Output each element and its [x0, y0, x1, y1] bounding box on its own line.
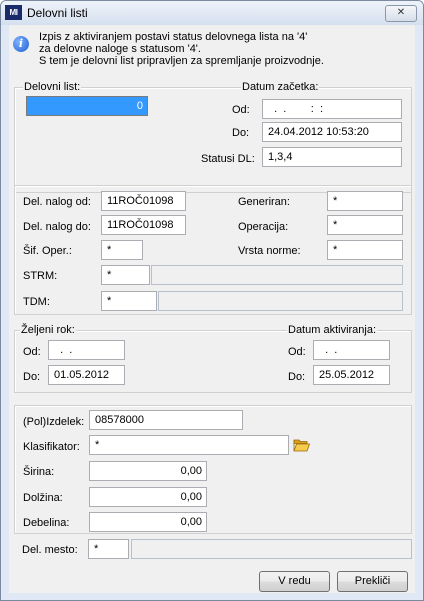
- klasifikator-label: Klasifikator:: [23, 441, 80, 453]
- ok-button[interactable]: V redu: [259, 571, 330, 592]
- filter-group-nalog: Del. nalog od: 11ROČ01098 Del. nalog do:…: [14, 185, 412, 315]
- zeljeni-do-label: Do:: [23, 371, 41, 383]
- klasifikator-input[interactable]: *: [89, 435, 289, 455]
- delovni-list-input[interactable]: 0: [26, 96, 148, 116]
- vrsta-norme-label: Vrsta norme:: [238, 245, 301, 257]
- aktiviranja-do-label: Do:: [288, 371, 306, 383]
- close-button[interactable]: ✕: [385, 5, 417, 22]
- zeljeni-od-label: Od:: [23, 346, 41, 358]
- datum-zacetka-legend: Datum začetka:: [241, 81, 320, 93]
- info-icon: i: [13, 36, 29, 52]
- dialog-window: MI Delovni listi ✕ i Izpis z aktiviranje…: [0, 0, 424, 601]
- aktiviranja-do-input[interactable]: 25.05.2012: [313, 365, 390, 385]
- strm-description-field: [151, 265, 403, 285]
- delovni-list-legend: Delovni list:: [23, 81, 82, 93]
- del-nalog-od-label: Del. nalog od:: [23, 196, 91, 208]
- tdm-code-input[interactable]: *: [101, 291, 157, 311]
- zacetek-od-label: Od:: [232, 104, 250, 116]
- info-line: Izpis z aktiviranjem postavi status delo…: [39, 31, 308, 43]
- tdm-description-field: [158, 291, 403, 311]
- tdm-label: TDM:: [23, 296, 50, 308]
- cancel-button[interactable]: Prekliči: [337, 571, 408, 592]
- filter-group-izdelek: (Pol)Izdelek: 08578000 Klasifikator: * Š…: [14, 405, 412, 534]
- generiran-input[interactable]: *: [327, 191, 403, 211]
- del-nalog-do-label: Del. nalog do:: [23, 221, 91, 233]
- filter-group-roki: Željeni rok: Datum aktiviranja: Od: . . …: [14, 324, 412, 393]
- aktiviranja-od-label: Od:: [288, 346, 306, 358]
- dolzina-label: Dolžina:: [23, 492, 63, 504]
- zacetek-do-label: Do:: [232, 127, 250, 139]
- zeljeni-do-input[interactable]: 01.05.2012: [48, 365, 125, 385]
- datum-aktiviranja-legend: Datum aktiviranja:: [287, 324, 378, 336]
- strm-label: STRM:: [23, 270, 58, 282]
- filter-group-delovni-list: Delovni list: Datum začetka: 0 Od: . . :…: [14, 81, 412, 193]
- generiran-label: Generiran:: [238, 196, 290, 208]
- folder-open-icon[interactable]: [293, 437, 310, 453]
- zeljeni-od-input[interactable]: . .: [48, 340, 125, 360]
- sirina-input[interactable]: 0,00: [89, 461, 207, 481]
- sif-oper-input[interactable]: *: [101, 240, 143, 260]
- statusi-dl-label: Statusi DL:: [201, 153, 255, 165]
- zacetek-od-input[interactable]: . . : :: [262, 99, 402, 119]
- del-mesto-description-field: [131, 539, 412, 559]
- zeljeni-rok-legend: Željeni rok:: [20, 324, 76, 336]
- dialog-client-area: i Izpis z aktiviranjem postavi status de…: [9, 25, 415, 593]
- del-mesto-label: Del. mesto:: [22, 544, 78, 556]
- operacija-input[interactable]: *: [327, 215, 403, 235]
- del-nalog-od-input[interactable]: 11ROČ01098: [101, 191, 186, 211]
- info-message: Izpis z aktiviranjem postavi status delo…: [39, 31, 324, 67]
- izdelek-label: (Pol)Izdelek:: [23, 416, 85, 428]
- debelina-label: Debelina:: [23, 517, 70, 529]
- operacija-label: Operacija:: [238, 221, 289, 233]
- strm-code-input[interactable]: *: [101, 265, 150, 285]
- app-logo-icon: MI: [5, 5, 22, 20]
- sif-oper-label: Šif. Oper.:: [23, 245, 72, 257]
- info-line: za delovne naloge s statusom '4'.: [39, 43, 201, 55]
- statusi-dl-input[interactable]: 1,3,4: [262, 147, 402, 167]
- zacetek-do-input[interactable]: 24.04.2012 10:53:20: [262, 122, 402, 142]
- title-bar[interactable]: MI Delovni listi ✕: [1, 1, 423, 25]
- debelina-input[interactable]: 0,00: [89, 512, 207, 532]
- close-icon: ✕: [396, 7, 406, 18]
- izdelek-input[interactable]: 08578000: [89, 410, 243, 430]
- sirina-label: Širina:: [23, 466, 55, 478]
- info-line: S tem je delovni list pripravljen za spr…: [39, 55, 324, 67]
- del-mesto-code-input[interactable]: *: [88, 539, 129, 559]
- vrsta-norme-input[interactable]: *: [327, 240, 403, 260]
- window-title: Delovni listi: [27, 6, 88, 20]
- del-nalog-do-input[interactable]: 11ROČ01098: [101, 215, 186, 235]
- dolzina-input[interactable]: 0,00: [89, 487, 207, 507]
- aktiviranja-od-input[interactable]: . .: [313, 340, 390, 360]
